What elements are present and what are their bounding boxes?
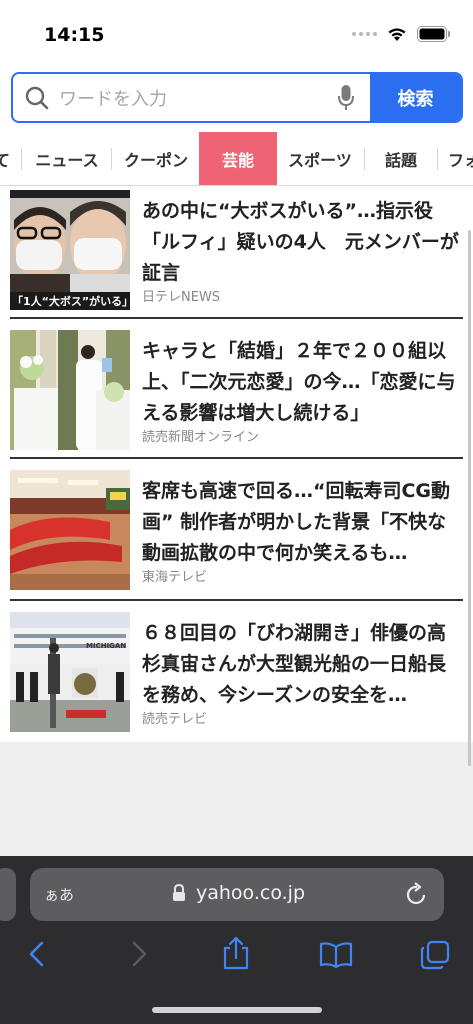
tab-coupon[interactable]: クーポン: [113, 132, 199, 185]
article-image: [10, 612, 130, 732]
wifi-icon: [388, 28, 406, 41]
share-icon[interactable]: [222, 936, 250, 970]
article-thumbnail: [10, 470, 130, 590]
article-source: 読売テレビ: [142, 712, 208, 727]
status-icons: [352, 26, 451, 42]
article-thumbnail: [10, 330, 130, 450]
tab-entertainment[interactable]: 芸能: [199, 132, 277, 185]
article-divider: [10, 457, 463, 459]
url-text: yahoo.co.jp: [196, 882, 305, 904]
address-bar[interactable]: ぁあ yahoo.co.jp: [30, 868, 444, 921]
article-title[interactable]: あの中に“大ボスがいる”…指示役「ルフィ」疑いの4人 元メンバーが証言: [142, 196, 464, 289]
status-time: 14:15: [44, 24, 105, 46]
microphone-icon[interactable]: [338, 85, 354, 111]
browser-bottom-bar: ぁあ yahoo.co.jp: [0, 856, 473, 1024]
tab-partial-right[interactable]: フォ: [440, 132, 473, 185]
article-divider: [10, 599, 463, 601]
article-image: [10, 470, 130, 590]
thumbnail-caption: 「1人“大ボス”がいる」: [12, 295, 130, 308]
battery-icon: [417, 26, 450, 42]
article-item[interactable]: 「1人“大ボス”がいる」 あの中に“大ボスがいる”…指示役「ルフィ」疑いの4人 …: [10, 188, 463, 314]
category-tabs: て ニュース クーポン 芸能 スポーツ 話題 フォ: [0, 132, 473, 186]
search-box: ワードを入力 検索: [11, 72, 463, 123]
thumbnail-caption: MICHIGAN: [86, 642, 127, 650]
search-input[interactable]: ワードを入力: [13, 74, 370, 121]
text-size-button[interactable]: ぁあ: [44, 884, 74, 905]
tab-news[interactable]: ニュース: [24, 132, 110, 185]
article-title[interactable]: キャラと「結婚」２年で２００組以上、「二次元恋愛」の今…「恋愛に与える影響は増大…: [142, 336, 464, 429]
forward-icon[interactable]: [130, 941, 148, 967]
article-source: 日テレNEWS: [142, 290, 221, 305]
search-button[interactable]: 検索: [370, 74, 461, 121]
bookmarks-icon[interactable]: [319, 942, 353, 968]
search-icon: [25, 86, 49, 109]
article-divider: [10, 317, 463, 319]
news-feed: 「1人“大ボス”がいる」 あの中に“大ボスがいる”…指示役「ルフィ」疑いの4人 …: [0, 186, 473, 742]
page-scrollbar[interactable]: [468, 230, 471, 766]
article-image: [10, 330, 130, 450]
article-item[interactable]: 客席も高速で回る…“回転寿司CG動画” 制作者が明かした背景「不快な動画拡散の中…: [10, 468, 463, 594]
reload-icon[interactable]: [406, 882, 428, 906]
search-placeholder: ワードを入力: [59, 88, 167, 110]
article-title[interactable]: ６８回目の「びわ湖開き」俳優の高杉真宙さんが大型観光船の一日船長を務め、今シーズ…: [142, 618, 464, 711]
previous-tab-peek[interactable]: [0, 868, 16, 921]
article-item[interactable]: MICHIGAN ６８回目の「びわ湖開き」俳優の高杉真宙さんが大型観光船の一日船…: [10, 610, 463, 736]
tab-separator: [111, 148, 112, 170]
tab-partial-left[interactable]: て: [0, 132, 12, 185]
tab-topics[interactable]: 話題: [366, 132, 436, 185]
tab-sports[interactable]: スポーツ: [277, 132, 363, 185]
article-thumbnail: MICHIGAN: [10, 612, 130, 732]
article-source: 読売新聞オンライン: [142, 430, 260, 445]
tabs-icon[interactable]: [420, 940, 450, 970]
lock-icon: [173, 884, 185, 901]
home-indicator[interactable]: [152, 1007, 322, 1013]
search-area: ワードを入力 検索: [0, 64, 473, 132]
back-icon[interactable]: [28, 941, 46, 967]
status-bar: 14:15: [0, 0, 473, 64]
article-image: [10, 190, 130, 310]
tab-separator: [437, 148, 438, 170]
article-thumbnail: 「1人“大ボス”がいる」: [10, 190, 130, 310]
article-source: 東海テレビ: [142, 570, 208, 585]
article-item[interactable]: キャラと「結婚」２年で２００組以上、「二次元恋愛」の今…「恋愛に与える影響は増大…: [10, 328, 463, 454]
article-title[interactable]: 客席も高速で回る…“回転寿司CG動画” 制作者が明かした背景「不快な動画拡散の中…: [142, 476, 464, 569]
tab-separator: [364, 148, 365, 170]
cellular-signal-icon: [352, 32, 377, 36]
tab-separator: [21, 148, 22, 170]
